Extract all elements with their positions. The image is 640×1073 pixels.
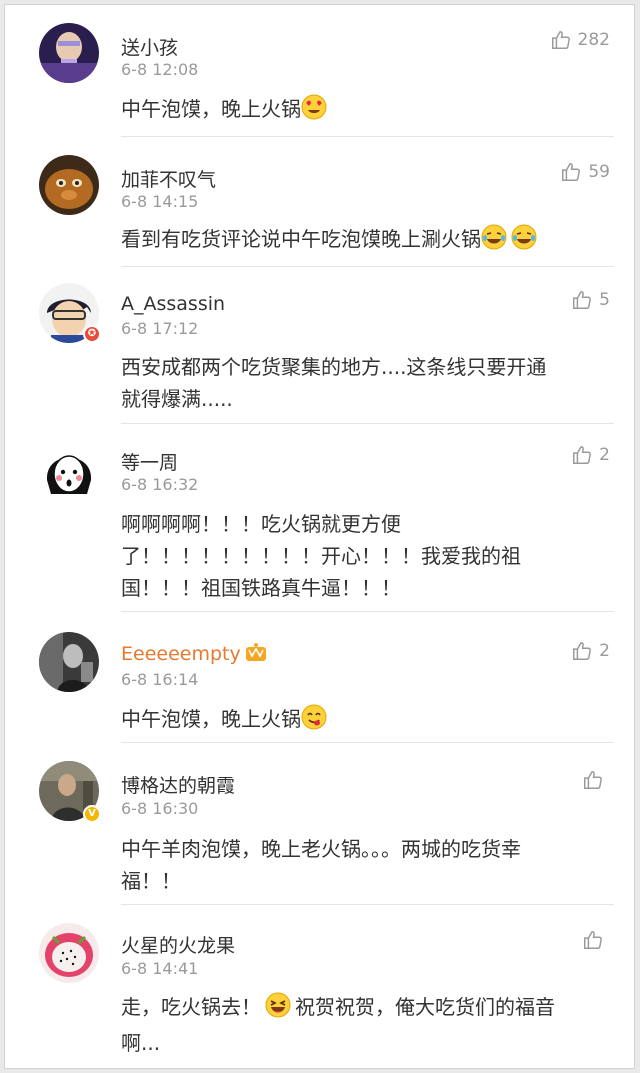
user-name[interactable]: A_Assassin	[121, 293, 225, 315]
comment-time: 6-8 17:12	[121, 319, 199, 338]
verified-badge-icon: V	[83, 805, 101, 823]
vip-crown-icon	[245, 642, 267, 667]
thumbs-up-icon	[573, 291, 592, 309]
thumbs-up-icon	[551, 31, 570, 49]
user-name[interactable]: Eeeeeempty	[121, 642, 267, 667]
comment-item: V 博格达的朝霞 6-8 16:30 中午羊肉泡馍，晚上老火锅。。。两城的吃货幸…	[5, 743, 634, 905]
like-count: 282	[577, 30, 610, 50]
like-count: 5	[599, 290, 610, 310]
tears-of-joy-emoji	[481, 224, 507, 259]
comment-item: 送小孩 6-8 12:08 282 中午泡馍，晚上火锅	[5, 5, 634, 137]
like-button[interactable]: 2	[571, 640, 610, 662]
avatar[interactable]	[39, 632, 99, 692]
like-count: 2	[599, 641, 610, 661]
thumbs-up-icon	[573, 642, 592, 660]
verified-badge-icon: ✪	[83, 325, 101, 343]
like-count: 2	[599, 445, 610, 465]
like-button[interactable]: 2	[571, 444, 610, 466]
user-name[interactable]: 加菲不叹气	[121, 165, 216, 192]
tears-of-joy-emoji	[511, 224, 537, 259]
thumbs-up-icon	[584, 931, 602, 949]
comment-list: 送小孩 6-8 12:08 282 中午泡馍，晚上火锅 加菲不叹气 6-8 14…	[4, 4, 635, 1069]
comment-time: 6-8 16:32	[121, 475, 199, 494]
like-button[interactable]	[582, 769, 610, 791]
thumbs-up-icon	[562, 163, 581, 181]
comment-item: 火星的火龙果 6-8 14:41 走，吃火锅去！ 祝贺祝贺，俺大吃货们的福音 啊.…	[5, 905, 634, 1068]
comment-text: 中午泡馍，晚上火锅	[121, 703, 601, 739]
comment-text: 走，吃火锅去！ 祝贺祝贺，俺大吃货们的福音 啊...	[121, 991, 601, 1059]
comment-item: 等一周 6-8 16:32 2 啊啊啊啊！！！吃火锅就更方便 了！！！！！！！！…	[5, 424, 634, 612]
comment-text: 中午羊肉泡馍，晚上老火锅。。。两城的吃货幸 福！！	[121, 837, 521, 893]
thumbs-up-icon	[584, 771, 602, 789]
user-name[interactable]: 送小孩	[121, 33, 178, 60]
like-button[interactable]: 59	[560, 161, 610, 183]
yum-emoji	[301, 704, 327, 739]
like-count: 59	[588, 162, 610, 182]
comment-time: 6-8 12:08	[121, 60, 199, 79]
user-name[interactable]: 火星的火龙果	[121, 931, 235, 958]
user-name[interactable]: 等一周	[121, 448, 178, 475]
avatar[interactable]	[39, 155, 99, 215]
laughing-emoji	[265, 992, 291, 1027]
like-button[interactable]: 5	[571, 289, 610, 311]
comment-time: 6-8 16:30	[121, 799, 199, 818]
comment-text: 看到有吃货评论说中午吃泡馍晚上涮火锅	[121, 223, 601, 259]
thumbs-up-icon	[573, 446, 592, 464]
like-button[interactable]	[582, 929, 610, 951]
avatar[interactable]	[39, 23, 99, 83]
comment-item: 加菲不叹气 6-8 14:15 59 看到有吃货评论说中午吃泡馍晚上涮火锅	[5, 137, 634, 267]
comment-time: 6-8 16:14	[121, 670, 199, 689]
avatar[interactable]	[39, 923, 99, 983]
comment-time: 6-8 14:41	[121, 959, 199, 978]
comment-time: 6-8 14:15	[121, 192, 199, 211]
like-button[interactable]: 282	[550, 29, 610, 51]
comment-item: Eeeeeempty 6-8 16:14 2 中午泡馍，晚上火锅	[5, 612, 634, 743]
comment-text: 啊啊啊啊！！！吃火锅就更方便 了！！！！！！！！！开心！！！我爱我的祖 国！！！…	[121, 512, 521, 600]
comment-text: 中午泡馍，晚上火锅	[121, 93, 601, 129]
heart-eyes-emoji	[301, 94, 327, 129]
user-name[interactable]: 博格达的朝霞	[121, 771, 235, 798]
comment-text: 西安成都两个吃货聚集的地方....这条线只要开通 就得爆满.....	[121, 355, 547, 411]
comment-item: ✪ A_Assassin 6-8 17:12 5 西安成都两个吃货聚集的地方..…	[5, 267, 634, 424]
avatar[interactable]	[39, 440, 99, 500]
